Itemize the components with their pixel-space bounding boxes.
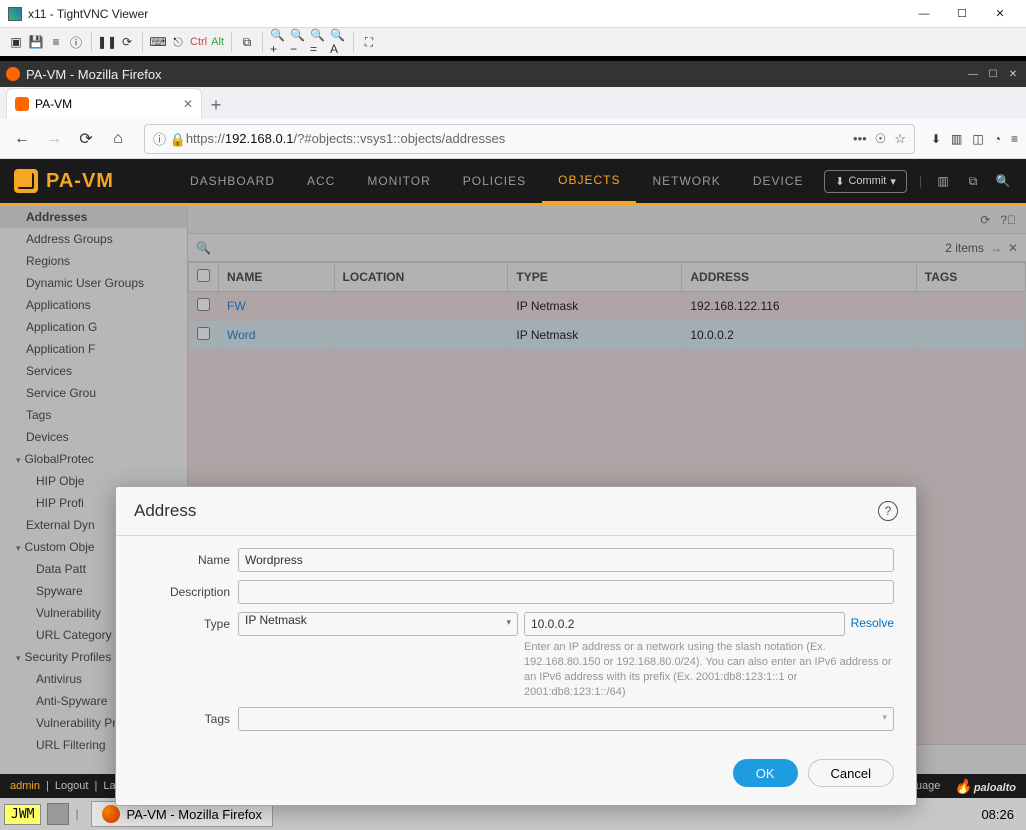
- tab-favicon-icon: [15, 97, 29, 111]
- vnc-icon: [8, 7, 22, 21]
- zoomin-icon[interactable]: 🔍+: [270, 34, 286, 50]
- minimize-button[interactable]: —: [906, 4, 942, 24]
- pan-body: Addresses Address Groups Regions Dynamic…: [0, 206, 1026, 774]
- cancel-button[interactable]: Cancel: [808, 759, 894, 787]
- tab-policies[interactable]: POLICIES: [447, 159, 542, 203]
- maximize-button[interactable]: ☐: [944, 4, 980, 24]
- alt-key[interactable]: Alt: [211, 36, 224, 48]
- vnc-title: x11 - TightVNC Viewer: [28, 7, 904, 21]
- forward-button[interactable]: →: [40, 125, 68, 153]
- zoomauto-icon[interactable]: 🔍A: [330, 34, 346, 50]
- jwm-menu[interactable]: JWM: [4, 804, 41, 825]
- help-icon[interactable]: ?: [878, 501, 898, 521]
- zoomout-icon[interactable]: 🔍−: [290, 34, 306, 50]
- paloalto-logo-icon: [14, 169, 38, 193]
- type-select-value: IP Netmask: [245, 613, 307, 627]
- chevron-down-icon: ▾: [890, 175, 896, 188]
- firefox-titlebar: PA-VM - Mozilla Firefox — ☐ ✕: [0, 61, 1026, 87]
- profile-icon[interactable]: ◔: [994, 132, 1001, 146]
- star-icon[interactable]: ☆: [894, 131, 906, 147]
- tab-acc[interactable]: ACC: [291, 159, 351, 203]
- type-label: Type: [138, 612, 238, 631]
- firefox-navbar: ← → ⟳ ⌂ ⓘ 🔒 https://192.168.0.1/?#object…: [0, 119, 1026, 159]
- tab-dashboard[interactable]: DASHBOARD: [174, 159, 291, 203]
- flame-icon: 🔥: [954, 778, 971, 794]
- tab-monitor[interactable]: MONITOR: [351, 159, 446, 203]
- url-prefix: https://: [186, 131, 225, 146]
- back-button[interactable]: ←: [8, 125, 36, 153]
- tab-objects[interactable]: OBJECTS: [542, 159, 636, 203]
- menu-icon[interactable]: ≡: [1011, 132, 1018, 146]
- ctrlesc-icon[interactable]: ⎋: [170, 34, 186, 50]
- name-label: Name: [138, 548, 238, 567]
- tab-title: PA-VM: [35, 97, 72, 111]
- type-hint: Enter an IP address or a network using t…: [524, 640, 894, 699]
- tags-label: Tags: [138, 707, 238, 726]
- security-icon: ⓘ 🔒: [153, 129, 186, 148]
- tab-close-button[interactable]: ✕: [183, 97, 193, 111]
- close-button[interactable]: ✕: [982, 4, 1018, 24]
- firefox-taskbar-icon: [102, 805, 120, 823]
- reader-icon[interactable]: ☉: [875, 131, 887, 147]
- ctrl-key[interactable]: Ctrl: [190, 36, 207, 48]
- ip-input[interactable]: [524, 612, 845, 636]
- tab-device[interactable]: DEVICE: [737, 159, 820, 203]
- new-conn-icon[interactable]: ▣: [8, 34, 24, 50]
- browser-tab[interactable]: PA-VM ✕: [6, 88, 202, 119]
- type-select[interactable]: IP Netmask: [238, 612, 518, 636]
- status-admin[interactable]: admin: [10, 780, 40, 792]
- downloads-icon[interactable]: ⬇: [931, 132, 941, 146]
- url-host: 192.168.0.1: [225, 131, 294, 146]
- status-logout[interactable]: Logout: [55, 780, 89, 792]
- modal-title: Address: [134, 501, 196, 521]
- commit-button[interactable]: ⬇ Commit ▾: [824, 170, 907, 193]
- paloalto-brand: 🔥paloalto: [954, 778, 1016, 795]
- ff-max-button[interactable]: ☐: [986, 67, 1000, 81]
- fullscreen-icon[interactable]: ⛶: [361, 34, 377, 50]
- settings-icon[interactable]: ⧉: [964, 172, 982, 190]
- vnc-titlebar: x11 - TightVNC Viewer — ☐ ✕: [0, 0, 1026, 28]
- ff-close-button[interactable]: ✕: [1006, 67, 1020, 81]
- ff-min-button[interactable]: —: [966, 67, 980, 81]
- brand-title: PA-VM: [46, 170, 114, 193]
- tray-sep: |: [75, 807, 85, 821]
- pan-topbar: PA-VM DASHBOARD ACC MONITOR POLICIES OBJ…: [0, 159, 1026, 203]
- resolve-link[interactable]: Resolve: [851, 612, 894, 630]
- reload-button[interactable]: ⟳: [72, 125, 100, 153]
- tags-select[interactable]: [238, 707, 894, 731]
- cad-icon[interactable]: ⌨: [150, 34, 166, 50]
- url-rest: /?#objects::vsys1::objects/addresses: [294, 131, 506, 146]
- desc-label: Description: [138, 580, 238, 599]
- options-icon[interactable]: ≡: [48, 34, 64, 50]
- name-input[interactable]: [238, 548, 894, 572]
- address-modal: Address ? Name Description Type: [115, 486, 917, 806]
- taskbar-app-title: PA-VM - Mozilla Firefox: [126, 807, 262, 822]
- firefox-title: PA-VM - Mozilla Firefox: [26, 67, 960, 82]
- save-icon[interactable]: 💾: [28, 34, 44, 50]
- ok-button[interactable]: OK: [733, 759, 798, 787]
- clock: 08:26: [981, 807, 1022, 822]
- commit-icon: ⬇: [835, 175, 844, 188]
- search-icon[interactable]: 🔍: [994, 172, 1012, 190]
- tab-network[interactable]: NETWORK: [636, 159, 736, 203]
- zoom100-icon[interactable]: 🔍=: [310, 34, 326, 50]
- home-button[interactable]: ⌂: [104, 125, 132, 153]
- commit-label: Commit: [848, 175, 886, 187]
- desc-input[interactable]: [238, 580, 894, 604]
- firefox-icon: [6, 67, 20, 81]
- vnc-toolbar: ▣ 💾 ≡ ⓘ ❚❚ ⟳ ⌨ ⎋ Ctrl Alt ⧉ 🔍+ 🔍− 🔍= 🔍A …: [0, 28, 1026, 56]
- new-tab-button[interactable]: +: [202, 91, 230, 119]
- pause-icon[interactable]: ❚❚: [99, 34, 115, 50]
- url-bar[interactable]: ⓘ 🔒 https://192.168.0.1/?#objects::vsys1…: [144, 124, 915, 154]
- show-desktop-button[interactable]: [47, 803, 69, 825]
- refresh-icon[interactable]: ⟳: [119, 34, 135, 50]
- library-icon[interactable]: ▥: [951, 132, 962, 146]
- sidebar-icon[interactable]: ◫: [972, 132, 983, 146]
- logs-icon[interactable]: ▥: [934, 172, 952, 190]
- copy-icon[interactable]: ⧉: [239, 34, 255, 50]
- more-icon[interactable]: •••: [853, 131, 867, 147]
- info-icon[interactable]: ⓘ: [68, 34, 84, 50]
- firefox-tabbar: PA-VM ✕ +: [0, 87, 1026, 119]
